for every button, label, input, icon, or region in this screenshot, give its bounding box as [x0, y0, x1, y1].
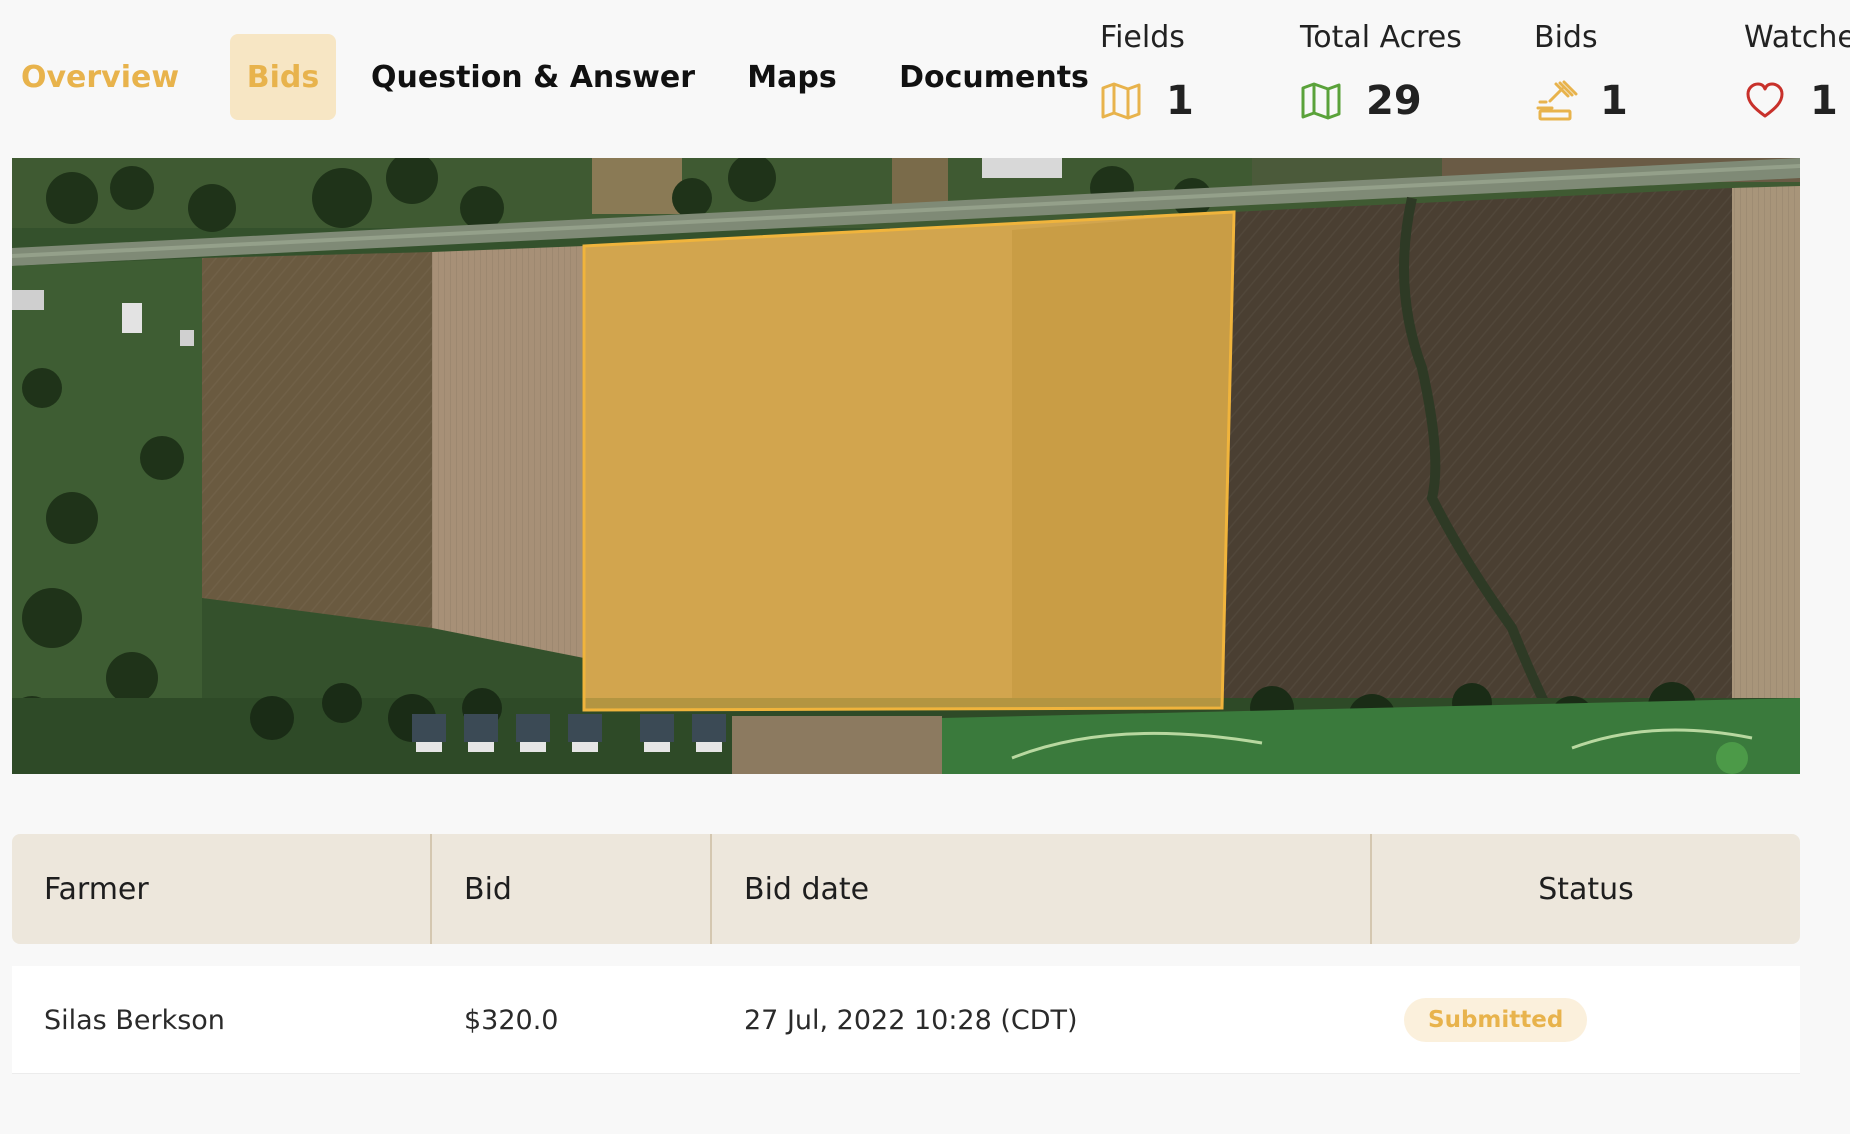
- bids-table: Farmer Bid Bid date Status Silas Berkson…: [12, 834, 1800, 1074]
- stat-fields-value: 1: [1166, 78, 1194, 124]
- stat-watchers: Watchers 1: [1744, 18, 1850, 124]
- bid-date: 27 Jul, 2022 10:28 (CDT): [744, 1004, 1078, 1036]
- stat-bids: Bids 1: [1534, 18, 1628, 124]
- tab-maps[interactable]: Maps: [738, 34, 846, 120]
- heart-icon[interactable]: [1744, 80, 1786, 122]
- stat-total-acres-value: 29: [1366, 78, 1422, 124]
- gavel-icon: [1534, 80, 1578, 122]
- tab-documents[interactable]: Documents: [899, 34, 1089, 120]
- stat-bids-label: Bids: [1534, 20, 1598, 55]
- stat-total-acres-label: Total Acres: [1300, 20, 1462, 55]
- field-boundary-polygon[interactable]: [582, 210, 1236, 712]
- tab-overview[interactable]: Overview: [14, 34, 186, 120]
- stat-fields: Fields 1: [1100, 18, 1194, 124]
- column-header-bid[interactable]: Bid: [432, 834, 712, 944]
- column-header-bid-date[interactable]: Bid date: [712, 834, 1372, 944]
- stat-total-acres: Total Acres 29: [1300, 18, 1462, 124]
- tab-bids[interactable]: Bids: [230, 34, 336, 120]
- status-badge: Submitted: [1404, 998, 1588, 1042]
- map-icon: [1300, 80, 1342, 122]
- stat-bids-value: 1: [1600, 78, 1628, 124]
- bid-farmer-name: Silas Berkson: [44, 1004, 225, 1036]
- map-icon: [1100, 80, 1142, 122]
- bid-status-cell: Submitted: [1372, 966, 1800, 1074]
- table-row[interactable]: Silas Berkson $320.0 27 Jul, 2022 10:28 …: [12, 966, 1800, 1074]
- tab-question-answer[interactable]: Question & Answer: [371, 34, 695, 120]
- column-header-farmer[interactable]: Farmer: [12, 834, 432, 944]
- field-aerial-map[interactable]: [12, 158, 1800, 774]
- tab-bar: Overview Bids Question & Answer Maps Doc…: [0, 0, 1100, 150]
- bid-amount: $320.0: [464, 1004, 559, 1036]
- stat-watchers-label: Watchers: [1744, 20, 1850, 55]
- stat-fields-label: Fields: [1100, 20, 1185, 55]
- stat-watchers-value: 1: [1810, 78, 1838, 124]
- aerial-imagery: [12, 158, 1800, 774]
- bids-table-header: Farmer Bid Bid date Status: [12, 834, 1800, 944]
- column-header-status[interactable]: Status: [1372, 834, 1800, 944]
